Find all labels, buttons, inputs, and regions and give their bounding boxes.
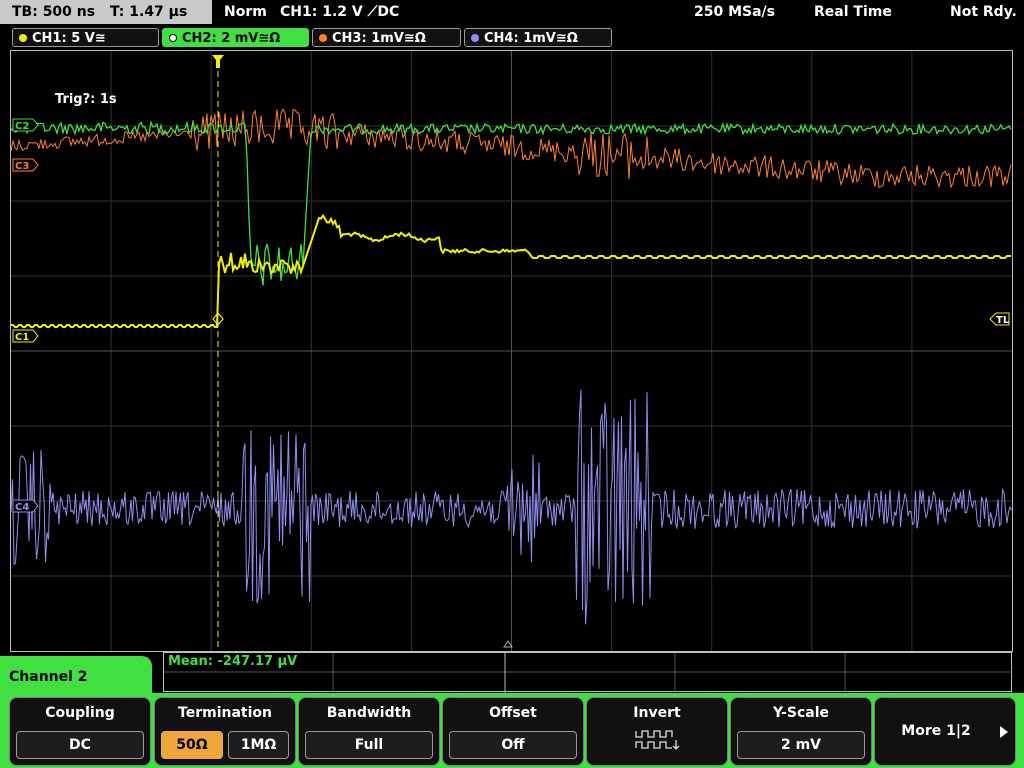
offset-softkey[interactable]: Offset Off — [442, 697, 584, 766]
yscale-softkey[interactable]: Y-Scale 2 mV — [730, 697, 872, 766]
invert-waveform-icon — [635, 730, 680, 750]
sample-rate: 250 MSa/s — [694, 4, 776, 20]
c1-marker[interactable]: C1 — [12, 329, 39, 343]
coupling-title: Coupling — [45, 705, 115, 721]
trigger-mode[interactable]: Norm — [224, 0, 267, 24]
trigger-info-text: Trig?: 1s — [55, 92, 117, 107]
termination-50ohm-option[interactable]: 50Ω — [161, 731, 223, 759]
c3-marker-label: C3 — [15, 161, 29, 172]
yscale-title: Y-Scale — [772, 705, 829, 721]
waveform-display[interactable]: C2 C3 C1 C4 TL Trig?: 1s — [10, 50, 1013, 652]
trigger-position-marker[interactable] — [212, 55, 224, 68]
measurement-mean: Mean: -247.17 µV — [168, 654, 298, 669]
more-label: More 1|2 — [901, 723, 971, 739]
trigger-level-label: TL — [996, 315, 1010, 326]
acquisition-mode: Real Time — [814, 4, 892, 20]
ch4-color-dot — [471, 34, 479, 42]
ch1-label: CH1: 5 V≅ — [32, 31, 106, 46]
ch3-color-dot — [319, 34, 327, 42]
center-marker — [503, 640, 513, 648]
ch2-label: CH2: 2 mV≅Ω — [182, 31, 281, 46]
invert-title: Invert — [633, 705, 681, 721]
tab-channel-3[interactable]: CH3: 1mV≅Ω — [312, 28, 461, 47]
offset-title: Offset — [489, 705, 537, 721]
ch3-label: CH3: 1mV≅Ω — [332, 31, 426, 46]
c2-marker[interactable]: C2 — [12, 118, 39, 132]
c2-marker-label: C2 — [15, 121, 29, 132]
bandwidth-softkey[interactable]: Bandwidth Full — [298, 697, 440, 766]
c3-marker[interactable]: C3 — [12, 158, 39, 172]
tab-channel-1[interactable]: CH1: 5 V≅ — [12, 28, 159, 47]
timebase-box[interactable]: TB: 500 ns T: 1.47 µs — [0, 0, 212, 24]
c1-marker-label: C1 — [15, 332, 29, 343]
c4-marker-label: C4 — [15, 502, 29, 513]
ch1-color-dot — [19, 34, 27, 42]
coupling-softkey[interactable]: Coupling DC — [9, 697, 151, 766]
trigger-source[interactable]: CH1: 1.2 V ⟋DC — [280, 0, 399, 24]
more-softkey[interactable]: More 1|2 — [874, 697, 1016, 766]
invert-softkey[interactable]: Invert — [586, 697, 728, 766]
termination-softkey[interactable]: Termination 50Ω 1MΩ — [154, 697, 296, 766]
offset-value[interactable]: Off — [449, 731, 577, 759]
trigger-time-value: T: 1.47 µs — [109, 4, 188, 20]
waveform-canvas: C2 C3 C1 C4 TL Trig?: 1s — [11, 51, 1012, 651]
tab-channel-4[interactable]: CH4: 1mV≅Ω — [464, 28, 612, 47]
c4-marker[interactable]: C4 — [12, 499, 39, 513]
bandwidth-value[interactable]: Full — [305, 731, 433, 759]
graticule — [11, 51, 1012, 651]
trigger-level-marker[interactable]: TL — [989, 312, 1010, 326]
yscale-value[interactable]: 2 mV — [737, 731, 865, 759]
bandwidth-title: Bandwidth — [326, 705, 412, 721]
tab-channel-2[interactable]: CH2: 2 mV≅Ω — [162, 28, 309, 47]
ch2-color-dot — [169, 34, 177, 42]
right-arrow-icon — [1000, 726, 1008, 738]
termination-1mohm-option[interactable]: 1MΩ — [228, 731, 289, 759]
ch4-label: CH4: 1mV≅Ω — [484, 31, 578, 46]
acquisition-state: Not Rdy. — [950, 4, 1017, 20]
timebase-value: TB: 500 ns — [12, 4, 96, 20]
termination-title: Termination — [178, 705, 272, 721]
coupling-value[interactable]: DC — [16, 731, 144, 759]
